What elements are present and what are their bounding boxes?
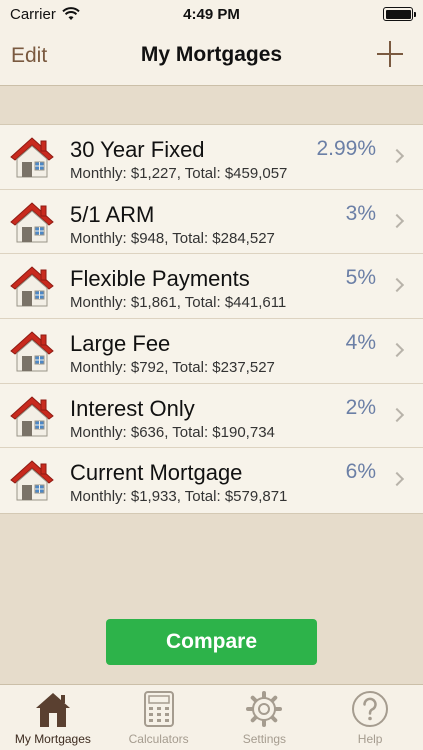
chevron-right-icon bbox=[389, 407, 405, 422]
tab-bar: My Mortgages Calculators Settings Help bbox=[0, 684, 423, 750]
mortgage-rate: 3% bbox=[345, 201, 376, 225]
tab-label: Settings bbox=[242, 732, 287, 746]
house-icon bbox=[10, 137, 54, 178]
mortgage-detail: Monthly: $636, Total: $190,734 bbox=[70, 423, 275, 441]
mortgage-name: 5/1 ARM bbox=[70, 201, 155, 227]
plus-icon[interactable] bbox=[377, 41, 403, 67]
tab-label: Calculators bbox=[128, 732, 189, 746]
calculator-icon bbox=[143, 691, 174, 727]
mortgage-name: Large Fee bbox=[70, 331, 171, 357]
nav-bar: Edit My Mortgages bbox=[0, 28, 423, 86]
status-bar: Carrier 4:49 PM bbox=[0, 0, 423, 28]
mortgage-detail: Monthly: $948, Total: $284,527 bbox=[70, 229, 275, 247]
page-title: My Mortgages bbox=[140, 43, 283, 66]
mortgage-detail: Monthly: $792, Total: $237,527 bbox=[70, 359, 275, 377]
tab-help[interactable]: Help bbox=[317, 685, 423, 750]
mortgage-name: Current Mortgage bbox=[70, 460, 243, 486]
house-icon bbox=[10, 331, 54, 372]
question-icon bbox=[352, 691, 389, 727]
mortgage-rate: 6% bbox=[345, 460, 376, 484]
compare-button[interactable]: Compare bbox=[106, 619, 317, 665]
carrier-label: Carrier bbox=[10, 5, 56, 23]
mortgage-row[interactable]: 30 Year Fixed Monthly: $1,227, Total: $45… bbox=[0, 125, 423, 190]
chevron-right-icon bbox=[389, 278, 405, 293]
status-left: Carrier bbox=[10, 6, 80, 23]
chevron-right-icon bbox=[389, 472, 405, 487]
wifi-icon bbox=[62, 7, 80, 20]
tab-my-mortgages[interactable]: My Mortgages bbox=[0, 685, 106, 750]
mortgage-rate: 2.99% bbox=[316, 137, 376, 160]
mortgage-row[interactable]: 5/1 ARM Monthly: $948, Total: $284,527 3% bbox=[0, 190, 423, 255]
status-time: 4:49 PM bbox=[183, 5, 240, 23]
mortgage-detail: Monthly: $1,227, Total: $459,057 bbox=[70, 165, 288, 182]
mortgage-list: 30 Year Fixed Monthly: $1,227, Total: $45… bbox=[0, 124, 423, 515]
house-icon bbox=[10, 396, 54, 437]
house-icon bbox=[10, 202, 54, 243]
mortgage-rate: 5% bbox=[345, 266, 376, 290]
mortgage-name: 30 Year Fixed bbox=[70, 137, 205, 162]
house-icon bbox=[10, 266, 54, 307]
mortgage-row[interactable]: Interest Only Monthly: $636, Total: $190,… bbox=[0, 384, 423, 449]
gear-icon bbox=[246, 691, 283, 727]
tab-label: My Mortgages bbox=[14, 732, 91, 746]
chevron-right-icon bbox=[389, 342, 405, 358]
mortgage-detail: Monthly: $1,933, Total: $579,871 bbox=[70, 488, 288, 506]
mortgage-rate: 2% bbox=[345, 395, 376, 419]
tab-calculators[interactable]: Calculators bbox=[106, 685, 212, 750]
mortgage-name: Flexible Payments bbox=[70, 266, 250, 292]
mortgage-row[interactable]: Large Fee Monthly: $792, Total: $237,527 4… bbox=[0, 319, 423, 384]
house-icon bbox=[35, 693, 70, 727]
house-icon bbox=[10, 460, 54, 501]
chevron-right-icon bbox=[389, 213, 405, 228]
tab-settings[interactable]: Settings bbox=[212, 685, 318, 750]
mortgage-name: Interest Only bbox=[70, 395, 195, 421]
chevron-right-icon bbox=[389, 148, 405, 164]
mortgage-row[interactable]: Flexible Payments Monthly: $1,861, Total:… bbox=[0, 254, 423, 320]
mortgage-rate: 4% bbox=[345, 331, 376, 355]
battery-fill bbox=[385, 9, 411, 19]
mortgage-detail: Monthly: $1,861, Total: $441,611 bbox=[70, 294, 287, 312]
battery-icon bbox=[383, 7, 416, 21]
mortgage-row[interactable]: Current Mortgage Monthly: $1,933, Total: … bbox=[0, 448, 423, 513]
tab-label: Help bbox=[357, 732, 383, 746]
